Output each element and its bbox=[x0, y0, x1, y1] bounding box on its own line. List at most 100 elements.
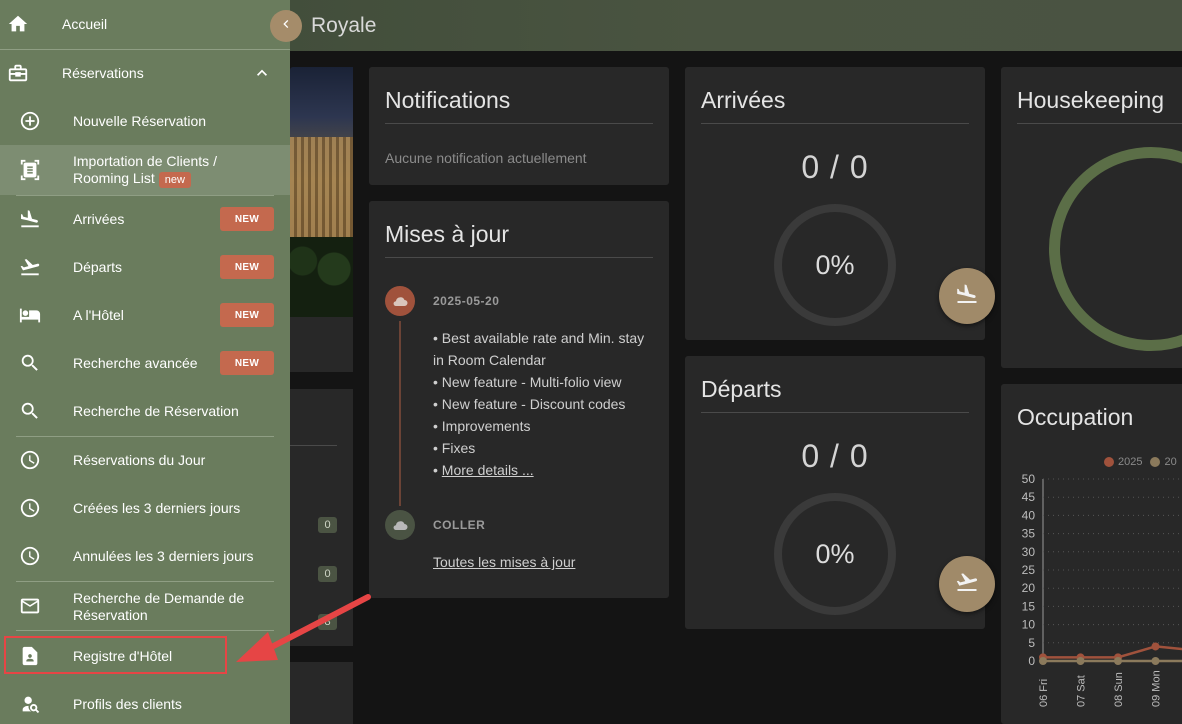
x-tick-label: 06 Fri bbox=[1038, 679, 1050, 707]
mail-icon bbox=[18, 594, 42, 618]
sidebar-item-cancelled-3-days[interactable]: Annulées les 3 derniers jours bbox=[0, 533, 290, 580]
more-details-link[interactable]: More details ... bbox=[442, 462, 534, 478]
update-date: 2025-05-20 bbox=[433, 294, 500, 308]
y-tick-label: 25 bbox=[1022, 563, 1036, 577]
new-badge: NEW bbox=[220, 303, 274, 327]
home-icon bbox=[6, 12, 30, 36]
series-line bbox=[1043, 645, 1182, 659]
sidebar-item-label: A l'Hôtel bbox=[73, 307, 124, 323]
all-updates-link[interactable]: Toutes les mises à jour bbox=[433, 554, 575, 570]
y-tick-label: 35 bbox=[1022, 527, 1036, 541]
label-line: Importation de Clients / bbox=[73, 153, 217, 169]
new-badge: NEW bbox=[220, 351, 274, 375]
sidebar-item-label: Profils des clients bbox=[73, 696, 182, 712]
bullet: • bbox=[433, 462, 442, 478]
update-line: in Room Calendar bbox=[433, 352, 546, 368]
sidebar-item-advanced-search[interactable]: Recherche avancée NEW bbox=[0, 340, 290, 387]
sidebar-item-guest-profiles[interactable]: Profils des clients bbox=[0, 680, 290, 724]
update-line: • New feature - Discount codes bbox=[433, 396, 626, 412]
label-line: Rooming List bbox=[73, 170, 155, 186]
departures-title: Départs bbox=[701, 376, 782, 402]
departures-fab[interactable] bbox=[939, 556, 995, 612]
chevron-left-icon bbox=[278, 16, 294, 37]
flight-takeoff-icon bbox=[955, 570, 979, 599]
sidebar-item-label: Recherche avancée bbox=[73, 355, 198, 371]
hotel-photo bbox=[290, 67, 353, 317]
notifications-card: Notifications Aucune notification actuel… bbox=[369, 67, 669, 185]
x-tick-label: 07 Sat bbox=[1076, 675, 1088, 707]
sidebar-item-home[interactable]: Accueil bbox=[0, 0, 290, 49]
sidebar-item-arrivals[interactable]: Arrivées NEW bbox=[0, 196, 290, 243]
label-line: Réservation bbox=[73, 607, 148, 623]
y-tick-label: 15 bbox=[1022, 599, 1036, 613]
update-line: • Fixes bbox=[433, 440, 476, 456]
updates-card: Mises à jour 2025-05-20 • Best available… bbox=[369, 201, 669, 598]
sidebar-item-booking-request-search[interactable]: Recherche de Demande de Réservation bbox=[0, 582, 290, 630]
y-tick-label: 40 bbox=[1022, 508, 1036, 522]
arrivals-fab[interactable] bbox=[939, 268, 995, 324]
sidebar-item-created-3-days[interactable]: Créées les 3 derniers jours bbox=[0, 485, 290, 532]
add-circle-icon bbox=[18, 109, 42, 133]
occupation-card: Occupation 2025 20 50 45 40 35 30 25 20 15 10 5 0 … bbox=[1001, 384, 1182, 724]
occupation-title: Occupation bbox=[1017, 404, 1134, 430]
new-badge: NEW bbox=[220, 207, 274, 231]
updates-title: Mises à jour bbox=[385, 221, 509, 247]
data-point bbox=[1151, 657, 1160, 665]
sidebar-item-label: Importation de Clients / Rooming List new bbox=[73, 153, 217, 188]
search-icon bbox=[18, 351, 42, 375]
sidebar-item-label: Arrivées bbox=[73, 211, 125, 227]
sidebar-item-label: Recherche de Réservation bbox=[73, 403, 239, 419]
x-tick-label: 08 Sun bbox=[1113, 672, 1125, 707]
new-badge: NEW bbox=[220, 255, 274, 279]
count-badge: 0 bbox=[318, 566, 337, 582]
notifications-title: Notifications bbox=[385, 87, 511, 113]
update-label: COLLER bbox=[433, 518, 486, 532]
sidebar-item-label: Recherche de Demande de Réservation bbox=[73, 590, 244, 624]
y-tick-label: 5 bbox=[1028, 636, 1035, 650]
notifications-empty-text: Aucune notification actuellement bbox=[385, 150, 587, 166]
housekeeping-title: Housekeeping bbox=[1017, 87, 1165, 113]
arrivals-title: Arrivées bbox=[701, 87, 786, 113]
sidebar-item-todays-reservations[interactable]: Réservations du Jour bbox=[0, 437, 290, 484]
sidebar-item-in-hotel[interactable]: A l'Hôtel NEW bbox=[0, 292, 290, 339]
cloud-icon bbox=[385, 286, 415, 316]
count-badge: 8 bbox=[318, 614, 337, 630]
sidebar-item-label: Réservations bbox=[62, 65, 144, 81]
occupation-chart: 50454035302520151050 06 Fri 07 Sat 08 Sun 0… bbox=[1022, 472, 1182, 707]
update-line: • New feature - Multi-folio view bbox=[433, 374, 622, 390]
sidebar-item-new-reservation[interactable]: Nouvelle Réservation bbox=[0, 97, 290, 144]
briefcase-icon bbox=[6, 61, 30, 85]
bed-icon bbox=[18, 303, 42, 327]
y-tick-label: 0 bbox=[1028, 654, 1035, 668]
count-badge: 0 bbox=[318, 517, 337, 533]
hotel-name: Royale bbox=[311, 14, 377, 37]
y-tick-label: 45 bbox=[1022, 490, 1036, 504]
timeline-line bbox=[399, 321, 401, 506]
cloud-icon bbox=[385, 510, 415, 540]
sidebar-group-reservations[interactable]: Réservations bbox=[0, 50, 290, 97]
clock-icon bbox=[18, 544, 42, 568]
data-point bbox=[1151, 642, 1160, 651]
search-icon bbox=[18, 399, 42, 423]
data-point bbox=[1039, 657, 1047, 665]
new-badge: new bbox=[158, 172, 191, 188]
clock-icon bbox=[18, 448, 42, 472]
sidebar-item-departures[interactable]: Départs NEW bbox=[0, 244, 290, 291]
highlight-box bbox=[4, 636, 227, 674]
card-partial bbox=[290, 662, 353, 724]
person-search-icon bbox=[18, 692, 42, 716]
sidebar: Accueil Réservations Nouvelle Réservatio… bbox=[0, 0, 290, 724]
x-tick-label: 09 Mon bbox=[1151, 670, 1163, 707]
sidebar-item-import-clients[interactable]: Importation de Clients / Rooming List new bbox=[0, 145, 290, 195]
sidebar-item-reservation-search[interactable]: Recherche de Réservation bbox=[0, 388, 290, 435]
collapse-sidebar-button[interactable] bbox=[270, 10, 302, 42]
departures-percent-ring: 0% bbox=[774, 493, 896, 615]
flight-takeoff-icon bbox=[18, 255, 42, 279]
label-line: Recherche de Demande de bbox=[73, 590, 245, 606]
departures-count: 0 / 0 bbox=[801, 438, 869, 474]
sidebar-item-label: Créées les 3 derniers jours bbox=[73, 500, 241, 516]
update-line: • Improvements bbox=[433, 418, 531, 434]
data-point bbox=[1114, 657, 1122, 665]
y-tick-label: 10 bbox=[1022, 618, 1036, 632]
housekeeping-card: Housekeeping bbox=[1001, 67, 1182, 368]
